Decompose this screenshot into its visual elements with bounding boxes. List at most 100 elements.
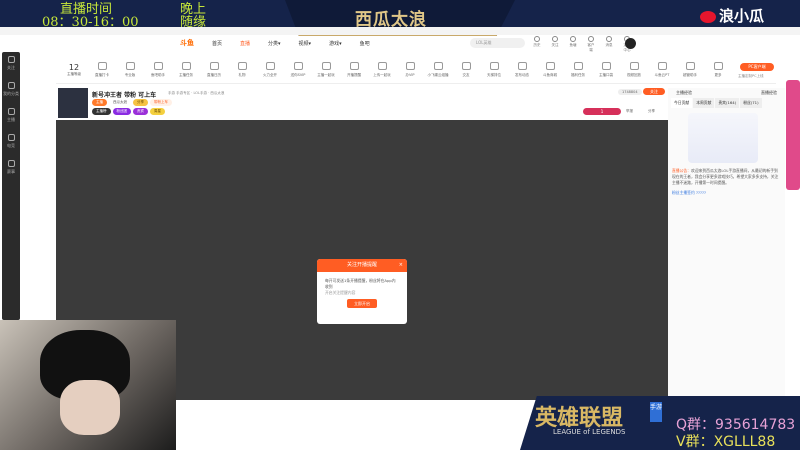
sidebar-item-follow[interactable]: 关注 (2, 52, 20, 78)
streamer-face (60, 380, 120, 435)
sidebar-item-events[interactable]: 赛事 (2, 156, 20, 182)
toolbar-item[interactable]: 直播打卡 (88, 61, 116, 78)
toolbar-item[interactable]: 礼物 (228, 61, 256, 78)
badge[interactable]: 主播榜 (92, 108, 111, 115)
toolbar-item[interactable]: 主播一起玩 (312, 61, 340, 78)
toolbar-item[interactable]: 办VIP (396, 61, 424, 78)
nav-live[interactable]: 直播 (240, 40, 250, 47)
badge[interactable]: 周星 (150, 108, 165, 115)
dialog-body: 每开可发送1条开播提醒，粉丝将在App内收到 (325, 278, 396, 289)
live-exp-link[interactable]: 直播经验 (761, 90, 777, 96)
tag: 主播 (92, 99, 107, 106)
tab-fans[interactable]: 粉丝(71) (740, 98, 762, 108)
follow-button[interactable]: 关注 (550, 36, 560, 53)
nav-video[interactable]: 视频▾ (299, 40, 312, 47)
tool-icon (629, 61, 639, 70)
tool-icon (153, 61, 163, 70)
share-link[interactable]: 分享 (648, 109, 655, 114)
room-title: 新号冲王者 带粉 可上车 (92, 92, 157, 99)
anchor-toolbar: 12 主播等级 直播打卡 专业版 鱼吧助手 主播任务 直播日历 礼物 火力全开 送你SVIP 主播… (56, 56, 776, 84)
bell-icon (606, 36, 612, 42)
rank-badge[interactable]: 1 (583, 108, 621, 115)
room-thumbnail (58, 88, 88, 118)
toolbar-item[interactable]: 更多 (704, 61, 732, 78)
gamepad-icon (7, 134, 15, 141)
sidebar-item-category[interactable]: 我的分类 (2, 78, 20, 104)
tab-week[interactable]: 本周贡献 (693, 98, 715, 108)
report-link[interactable]: 举报 (626, 109, 633, 114)
book-icon (7, 82, 15, 89)
tag: 带粉上车 (150, 99, 172, 106)
messages-button[interactable]: 消息 (604, 36, 614, 53)
toolbar-item[interactable]: 鱼吧助手 (144, 61, 172, 78)
tool-icon (97, 61, 107, 70)
enable-button[interactable]: 立即开启 (347, 299, 377, 308)
toolbar-item[interactable]: 发布动态 (508, 61, 536, 78)
user-avatar[interactable] (625, 38, 636, 49)
promo-banner[interactable] (786, 80, 800, 190)
fan-link[interactable]: 粉丝主播签约 ????? (672, 190, 780, 196)
tool-icon (713, 61, 723, 70)
anchor-exp-link[interactable]: 主播经验 (676, 90, 692, 96)
close-icon[interactable]: × (399, 259, 403, 272)
toolbar-item[interactable]: 送你SVIP (284, 61, 312, 78)
level-badge[interactable]: 12 主播等级 (60, 63, 88, 77)
fishpond-button[interactable]: 鱼塘 (568, 36, 578, 53)
tool-icon (377, 61, 387, 70)
room-category: 手游 (168, 91, 175, 95)
tool-icon (405, 61, 415, 70)
tool-icon (125, 61, 135, 70)
toolbar-item[interactable]: 斗鱼商城 (536, 61, 564, 78)
follow-button[interactable]: 关注 (643, 88, 665, 95)
toolbar-item[interactable]: 天梯排位 (480, 61, 508, 78)
toolbar-item[interactable]: 火力全开 (256, 61, 284, 78)
tool-icon (209, 61, 219, 70)
toolbar-item[interactable]: 上传一起玩 (368, 61, 396, 78)
toolbar-item[interactable]: 开播提醒 (340, 61, 368, 78)
toolbar-item[interactable]: 视频回放 (620, 61, 648, 78)
sidebar-item-esports[interactable]: 电竞 (2, 130, 20, 156)
dialog-sub: 开启关注提醒内容 (325, 290, 356, 295)
toolbar-item[interactable]: 福利任务 (564, 61, 592, 78)
follow-reminder-dialog: 关注开播提醒 × 每开可发送1条开播提醒，粉丝将在App内收到 开启关注提醒内容 … (317, 259, 407, 324)
douyu-logo[interactable]: 斗鱼 (180, 38, 194, 48)
toolbar-item[interactable]: 斗鱼云PT (648, 61, 676, 78)
nav-games[interactable]: 游戏▾ (329, 40, 342, 47)
left-sidebar: 关注 我的分类 主播 电竞 赛事 (2, 52, 20, 320)
room-notice: 直播公告：欢迎来到西瓜太浪LOL手游直播间，从最初的新手到现在的王者，我会分享更… (672, 168, 780, 196)
tab-vip[interactable]: 贵宾(164) (715, 98, 740, 108)
toolbar-item[interactable]: 主播口袋 (592, 61, 620, 78)
download-icon (588, 36, 594, 42)
tab-today[interactable]: 今日贡献 (671, 98, 693, 108)
tool-icon (293, 61, 303, 70)
search-input[interactable]: LOL英雄 (470, 38, 525, 48)
toolbar-item[interactable]: 小飞碟云组播 (424, 61, 452, 78)
user-icon (7, 108, 15, 115)
cloud-icon (570, 36, 576, 42)
toolbar-item[interactable]: 专业版 (116, 61, 144, 78)
nav-home[interactable]: 首页 (212, 40, 222, 47)
toolbar-item[interactable]: 超管助手 (676, 61, 704, 78)
tool-icon (657, 61, 667, 70)
tool-icon (349, 61, 359, 70)
toolbar-item[interactable]: 交友 (452, 61, 480, 78)
empty-state-illustration (688, 113, 758, 163)
tool-icon (685, 61, 695, 70)
pc-client-sub: 主播定制PC上线 (738, 74, 764, 78)
pc-client-button[interactable]: PC客户端 (740, 63, 774, 71)
dialog-header: 关注开播提醒 × (317, 259, 407, 272)
badge[interactable]: 粉丝团 (112, 108, 131, 115)
history-button[interactable]: 历史 (532, 36, 542, 53)
top-nav: 斗鱼 首页 直播 分类▾ 视频▾ 游戏▾ 鱼吧 (180, 37, 370, 49)
tag: 西瓜太浪 (113, 100, 127, 104)
toolbar-item[interactable]: 主播任务 (172, 61, 200, 78)
nav-yuba[interactable]: 鱼吧 (360, 40, 370, 47)
tool-icon (181, 61, 191, 70)
badge[interactable]: 贵宾 (133, 108, 148, 115)
client-button[interactable]: 客户端 (586, 36, 596, 53)
sidebar-item-anchor[interactable]: 主播 (2, 104, 20, 130)
tool-icon (545, 61, 555, 70)
toolbar-item[interactable]: 直播日历 (200, 61, 228, 78)
nav-category[interactable]: 分类▾ (268, 40, 281, 47)
tool-icon (265, 61, 275, 70)
